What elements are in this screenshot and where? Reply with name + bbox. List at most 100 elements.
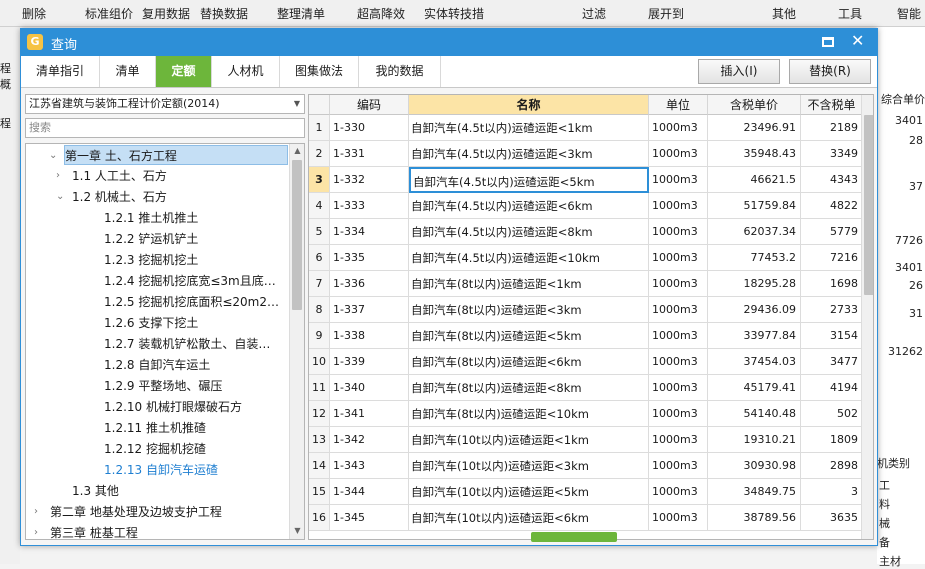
tree-node[interactable]: › 第三章 桩基工程	[34, 523, 138, 539]
toolbar-item[interactable]: 整理清单	[277, 5, 325, 22]
toolbar-item[interactable]: 替换数据	[200, 5, 248, 22]
cell-n[interactable]: 11	[309, 375, 330, 401]
cell-code[interactable]: 1-337	[330, 297, 409, 323]
tree-node[interactable]: 1.2.7 装载机铲松散土、自装…	[104, 334, 270, 354]
cell-tax[interactable]: 77453.2	[708, 245, 801, 271]
cell-tax[interactable]: 18295.28	[708, 271, 801, 297]
tree-node[interactable]: 1.2.6 支撑下挖土	[104, 313, 198, 333]
cell-n[interactable]: 4	[309, 193, 330, 219]
toolbar-item[interactable]: 实体转技措	[424, 5, 484, 22]
tab-quota[interactable]: 定额	[156, 56, 212, 87]
cell-unit[interactable]: 1000m3	[649, 271, 708, 297]
cell-tax[interactable]: 30930.98	[708, 453, 801, 479]
cell-unit[interactable]: 1000m3	[649, 453, 708, 479]
tab-labor-material-machine[interactable]: 人材机	[212, 56, 280, 87]
cell-code[interactable]: 1-333	[330, 193, 409, 219]
cell-n[interactable]: 5	[309, 219, 330, 245]
scroll-down-icon[interactable]: ▼	[290, 524, 304, 538]
insert-button[interactable]: 插入(I)	[698, 59, 780, 84]
cell-code[interactable]: 1-330	[330, 115, 409, 141]
cell-name[interactable]: 自卸汽车(4.5t以内)运碴运距<6km	[409, 193, 649, 219]
chevron-down-icon[interactable]: ⌄	[56, 187, 68, 207]
cell-n[interactable]: 6	[309, 245, 330, 271]
tree-node[interactable]: 1.2.5 挖掘机挖底面积≤20m2…	[104, 292, 279, 312]
tree-node[interactable]: › 第二章 地基处理及边坡支护工程	[34, 502, 222, 522]
tab-my-data[interactable]: 我的数据	[359, 56, 441, 87]
cell-n[interactable]: 2	[309, 141, 330, 167]
cell-tax[interactable]: 23496.91	[708, 115, 801, 141]
cell-notax[interactable]: 3635	[801, 505, 863, 531]
tree-node[interactable]: 1.2.11 推土机推碴	[104, 418, 206, 438]
close-icon[interactable]: ✕	[851, 31, 864, 50]
toolbar-item[interactable]: 工具	[838, 5, 862, 22]
cell-name[interactable]: 自卸汽车(4.5t以内)运碴运距<3km	[409, 141, 649, 167]
cell-code[interactable]: 1-343	[330, 453, 409, 479]
cell-notax[interactable]: 2898	[801, 453, 863, 479]
cell-name[interactable]: 自卸汽车(4.5t以内)运碴运距<1km	[409, 115, 649, 141]
maximize-icon[interactable]	[822, 37, 834, 47]
tree-node[interactable]: 1.2.4 挖掘机挖底宽≤3m且底…	[104, 271, 276, 291]
grid-scroll-thumb[interactable]	[864, 115, 873, 295]
cell-n[interactable]: 12	[309, 401, 330, 427]
cell-unit[interactable]: 1000m3	[649, 141, 708, 167]
quota-library-select[interactable]: 江苏省建筑与装饰工程计价定额(2014) ▼	[25, 94, 305, 114]
cell-n[interactable]: 1	[309, 115, 330, 141]
cell-code[interactable]: 1-341	[330, 401, 409, 427]
cell-unit[interactable]: 1000m3	[649, 167, 708, 193]
cell-unit[interactable]: 1000m3	[649, 349, 708, 375]
cell-name[interactable]: 自卸汽车(10t以内)运碴运距<5km	[409, 479, 649, 505]
cell-name[interactable]: 自卸汽车(8t以内)运碴运距<6km	[409, 349, 649, 375]
scroll-up-icon[interactable]: ▲	[290, 144, 304, 158]
scroll-thumb[interactable]	[292, 160, 302, 310]
cell-notax[interactable]: 2189	[801, 115, 863, 141]
cell-unit[interactable]: 1000m3	[649, 401, 708, 427]
cell-code[interactable]: 1-331	[330, 141, 409, 167]
cell-unit[interactable]: 1000m3	[649, 219, 708, 245]
cell-unit[interactable]: 1000m3	[649, 427, 708, 453]
collapse-handle[interactable]	[531, 532, 617, 542]
cell-code[interactable]: 1-342	[330, 427, 409, 453]
tree-node[interactable]: ⌄ 第一章 土、石方工程	[49, 145, 288, 165]
replace-button[interactable]: 替换(R)	[789, 59, 871, 84]
cell-notax[interactable]: 3154	[801, 323, 863, 349]
cell-notax[interactable]: 3349	[801, 141, 863, 167]
tree-node[interactable]: 1.2.13 自卸汽车运碴	[104, 460, 218, 480]
cell-n[interactable]: 3	[309, 167, 330, 193]
cell-code[interactable]: 1-334	[330, 219, 409, 245]
cell-unit[interactable]: 1000m3	[649, 505, 708, 531]
cell-unit[interactable]: 1000m3	[649, 375, 708, 401]
cell-name[interactable]: 自卸汽车(8t以内)运碴运距<1km	[409, 271, 649, 297]
toolbar-item[interactable]: 智能	[897, 5, 921, 22]
chevron-down-icon[interactable]: ⌄	[49, 146, 61, 166]
tree-node[interactable]: 1.2.2 铲运机铲土	[104, 229, 198, 249]
cell-tax[interactable]: 45179.41	[708, 375, 801, 401]
cell-unit[interactable]: 1000m3	[649, 297, 708, 323]
cell-tax[interactable]: 35948.43	[708, 141, 801, 167]
cell-notax[interactable]: 502	[801, 401, 863, 427]
cell-unit[interactable]: 1000m3	[649, 479, 708, 505]
cell-notax[interactable]: 1698	[801, 271, 863, 297]
cell-name[interactable]: 自卸汽车(10t以内)运碴运距<6km	[409, 505, 649, 531]
cell-n[interactable]: 8	[309, 297, 330, 323]
tree-node[interactable]: › 1.1 人工土、石方	[56, 166, 167, 186]
cell-tax[interactable]: 29436.09	[708, 297, 801, 323]
cell-name[interactable]: 自卸汽车(8t以内)运碴运距<5km	[409, 323, 649, 349]
cell-n[interactable]: 9	[309, 323, 330, 349]
cell-n[interactable]: 10	[309, 349, 330, 375]
toolbar-item[interactable]: 展开到	[648, 5, 684, 22]
cell-notax[interactable]: 1809	[801, 427, 863, 453]
tree-node[interactable]: 1.2.10 机械打眼爆破石方	[104, 397, 242, 417]
cell-code[interactable]: 1-335	[330, 245, 409, 271]
tree-node[interactable]: ⌄ 1.2 机械土、石方	[56, 187, 167, 207]
header-code[interactable]: 编码	[330, 95, 409, 115]
toolbar-item[interactable]: 标准组价	[85, 5, 133, 22]
header-unit[interactable]: 单位	[649, 95, 708, 115]
cell-code[interactable]: 1-345	[330, 505, 409, 531]
tab-bill[interactable]: 清单	[100, 56, 156, 87]
cell-tax[interactable]: 33977.84	[708, 323, 801, 349]
cell-unit[interactable]: 1000m3	[649, 245, 708, 271]
cell-notax[interactable]: 4822	[801, 193, 863, 219]
cell-name[interactable]: 自卸汽车(4.5t以内)运碴运距<5km	[409, 167, 649, 193]
cell-notax[interactable]: 7216	[801, 245, 863, 271]
cell-tax[interactable]: 62037.34	[708, 219, 801, 245]
